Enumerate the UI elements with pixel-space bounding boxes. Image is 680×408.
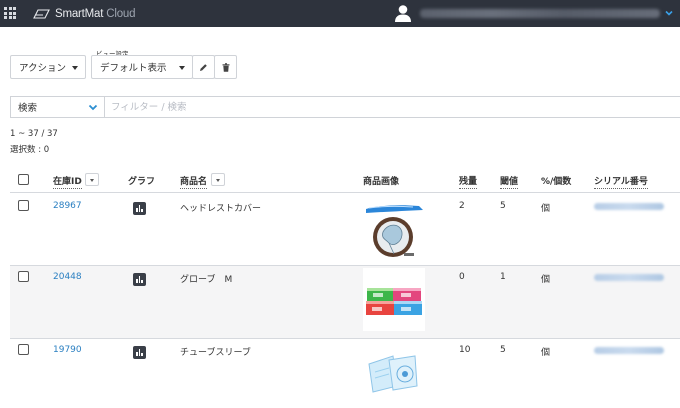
search-type-select[interactable]: 検索 [10, 96, 104, 118]
action-dropdown-button[interactable]: アクション [10, 55, 86, 79]
stock-id-link[interactable]: 20448 [53, 272, 82, 282]
unit-value: 個 [541, 275, 551, 285]
product-name: チューブスリーブ [180, 348, 251, 358]
row-divider [10, 265, 680, 266]
action-label: アクション [19, 63, 67, 74]
column-header-product-name[interactable]: 商品名 [180, 174, 208, 189]
logo-mark-icon [33, 9, 50, 19]
unit-value: 個 [541, 204, 551, 214]
column-header-threshold[interactable]: 閾値 [500, 174, 519, 189]
product-name: ヘッドレストカバー [180, 204, 262, 214]
column-header-product-image: 商品画像 [363, 177, 400, 187]
pencil-icon [200, 63, 207, 71]
caret-down-icon [72, 66, 78, 70]
view-select-dropdown[interactable]: デフォルト表示 [91, 55, 193, 79]
bar-chart-icon[interactable] [133, 202, 146, 215]
serial-number-redacted [594, 274, 664, 281]
unit-value: 個 [541, 348, 551, 358]
chevron-down-icon[interactable] [664, 8, 674, 18]
remaining-value: 0 [459, 272, 465, 282]
stock-id-link[interactable]: 28967 [53, 201, 82, 211]
row-checkbox[interactable] [18, 271, 29, 282]
caret-down-icon [179, 66, 185, 70]
column-header-serial[interactable]: シリアル番号 [594, 174, 648, 189]
bar-chart-icon[interactable] [133, 346, 146, 359]
filter-search-input[interactable] [104, 96, 680, 118]
bar-chart-icon[interactable] [133, 273, 146, 286]
brand-logo[interactable]: SmartMat Cloud [33, 6, 136, 22]
user-account-name-redacted[interactable] [420, 9, 660, 18]
product-image[interactable] [363, 268, 425, 331]
search-type-label: 検索 [18, 103, 38, 114]
remaining-value: 2 [459, 201, 465, 211]
selected-count: 選択数 : 0 [10, 145, 50, 155]
product-image[interactable] [363, 199, 425, 262]
edit-view-button[interactable] [192, 55, 215, 79]
header-divider [10, 192, 680, 193]
sort-product-name-button[interactable] [211, 173, 225, 186]
chevron-down-icon [88, 104, 98, 111]
user-avatar-icon[interactable] [394, 4, 412, 23]
threshold-value: 5 [500, 201, 506, 211]
delete-view-button[interactable] [214, 55, 237, 79]
serial-number-redacted [594, 347, 664, 354]
trash-icon [222, 62, 229, 72]
column-header-unit: %/個数 [541, 177, 572, 187]
view-select-label: デフォルト表示 [100, 63, 167, 74]
app-grid-icon[interactable] [4, 7, 16, 19]
product-name: グローブ M [180, 275, 233, 285]
stock-id-link[interactable]: 19790 [53, 345, 82, 355]
column-header-graph: グラフ [128, 177, 156, 187]
product-image[interactable] [363, 346, 425, 398]
row-divider [10, 338, 680, 339]
serial-number-redacted [594, 203, 664, 210]
result-count: 1 ~ 37 / 37 [10, 129, 58, 139]
column-header-remaining[interactable]: 残量 [459, 174, 478, 189]
threshold-value: 5 [500, 345, 506, 355]
top-bar: SmartMat Cloud [0, 0, 680, 27]
column-header-stock-id[interactable]: 在庫ID [53, 174, 82, 189]
row-checkbox[interactable] [18, 344, 29, 355]
select-all-checkbox[interactable] [18, 174, 29, 185]
threshold-value: 1 [500, 272, 506, 282]
sort-stock-id-button[interactable] [85, 173, 99, 186]
brand-name: SmartMat Cloud [55, 8, 136, 20]
remaining-value: 10 [459, 345, 471, 355]
row-checkbox[interactable] [18, 200, 29, 211]
table-row-highlight [10, 265, 680, 338]
